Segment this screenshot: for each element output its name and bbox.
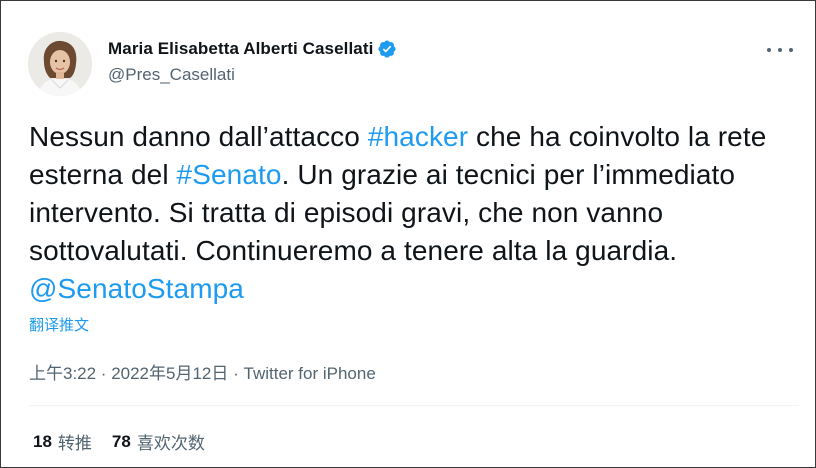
tweet-text: Nessun danno dall’attacco #hacker che ha… [29, 118, 799, 308]
tweet-metadata: 上午3:22 · 2022年5月12日 · Twitter for iPhone [29, 359, 376, 384]
translate-tweet-link[interactable]: 翻译推文 [29, 314, 89, 335]
author-handle[interactable]: @Pres_Casellati [108, 65, 397, 85]
author-name-row: Maria Elisabetta Alberti Casellati [108, 37, 397, 61]
profile-photo-icon [28, 32, 92, 96]
mention-link[interactable]: @SenatoStampa [29, 273, 244, 304]
likes-count: 78 [111, 431, 131, 451]
tweet-source[interactable]: Twitter for iPhone [244, 364, 376, 383]
more-options-icon-dot [789, 48, 793, 52]
verified-badge-icon [377, 39, 397, 59]
more-options-icon-dot [778, 48, 782, 52]
author-name[interactable]: Maria Elisabetta Alberti Casellati [108, 39, 373, 59]
author-avatar[interactable] [28, 32, 92, 96]
tweet-timestamp[interactable]: 上午3:22 · 2022年5月12日 [29, 364, 228, 383]
tweet-text-part: Nessun danno dall’attacco [29, 121, 368, 152]
meta-separator: · [228, 364, 244, 383]
more-options-icon [767, 48, 771, 52]
retweets-stat[interactable]: 18 转推 [33, 429, 92, 454]
more-options-button[interactable] [767, 43, 793, 57]
retweets-label: 转推 [57, 434, 92, 453]
tweet-stats: 18 转推 78 喜欢次数 [33, 429, 225, 454]
likes-stat[interactable]: 78 喜欢次数 [112, 429, 205, 454]
retweets-count: 18 [33, 431, 52, 451]
author-info: Maria Elisabetta Alberti Casellati @Pres… [108, 37, 397, 85]
divider [29, 405, 799, 406]
hashtag-link[interactable]: #hacker [368, 121, 468, 152]
likes-label: 喜欢次数 [136, 434, 205, 453]
tweet-card: Maria Elisabetta Alberti Casellati @Pres… [0, 0, 816, 468]
hashtag-link[interactable]: #Senato [177, 159, 282, 190]
